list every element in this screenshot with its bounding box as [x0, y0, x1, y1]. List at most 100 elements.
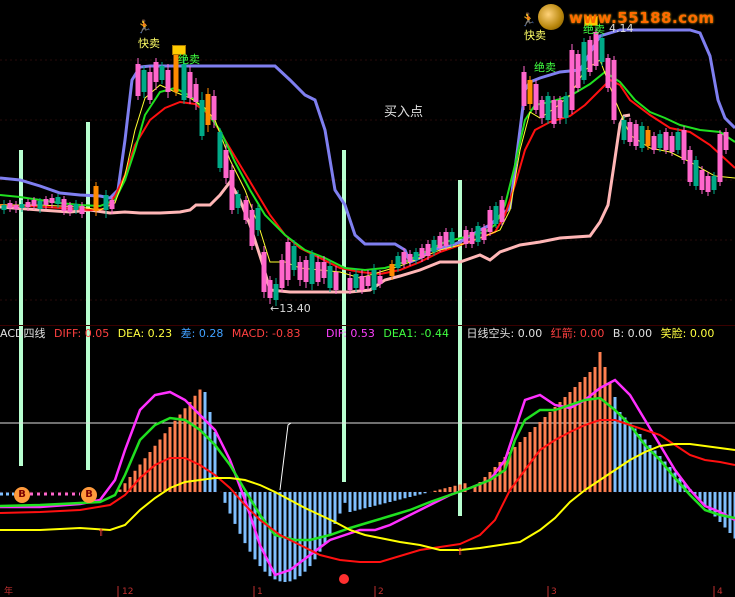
- candle-body[interactable]: [165, 70, 171, 92]
- candle-body[interactable]: [199, 100, 205, 136]
- candle-body[interactable]: [1, 205, 7, 210]
- candle-body[interactable]: [291, 246, 297, 270]
- candle-body[interactable]: [711, 176, 717, 190]
- candle-body[interactable]: [469, 232, 475, 244]
- candle-body[interactable]: [569, 50, 575, 110]
- candle-body[interactable]: [255, 208, 261, 230]
- candle-body[interactable]: [67, 205, 73, 212]
- candle-body[interactable]: [645, 130, 651, 146]
- candle-body[interactable]: [73, 204, 79, 210]
- candle-body[interactable]: [599, 38, 605, 62]
- candle-body[interactable]: [481, 228, 487, 240]
- candle-body[interactable]: [55, 197, 61, 204]
- candle-body[interactable]: [347, 278, 353, 290]
- candle-body[interactable]: [147, 72, 153, 100]
- candle-body[interactable]: [627, 122, 633, 142]
- candle-body[interactable]: [261, 252, 267, 292]
- candle-body[interactable]: [587, 40, 593, 72]
- candle-body[interactable]: [669, 136, 675, 152]
- candle-body[interactable]: [243, 200, 249, 220]
- candle-body[interactable]: [153, 62, 159, 82]
- candle-body[interactable]: [693, 160, 699, 186]
- candle-body[interactable]: [141, 70, 147, 92]
- candle-body[interactable]: [663, 132, 669, 150]
- candle-body[interactable]: [533, 84, 539, 110]
- candle-body[interactable]: [639, 126, 645, 148]
- candle-body[interactable]: [297, 262, 303, 280]
- candle-body[interactable]: [25, 202, 31, 207]
- candle-body[interactable]: [499, 200, 505, 222]
- candle-body[interactable]: [723, 132, 729, 150]
- candle-body[interactable]: [135, 64, 141, 96]
- candle-body[interactable]: [37, 201, 43, 209]
- candle-body[interactable]: [407, 254, 413, 262]
- candle-body[interactable]: [705, 176, 711, 192]
- candle-body[interactable]: [229, 170, 235, 210]
- candle-body[interactable]: [605, 58, 611, 88]
- candle-body[interactable]: [217, 132, 223, 168]
- candle-body[interactable]: [43, 199, 49, 205]
- candle-body[interactable]: [545, 96, 551, 120]
- candle-body[interactable]: [581, 42, 587, 80]
- candle-body[interactable]: [493, 206, 499, 224]
- candle-body[interactable]: [699, 170, 705, 190]
- candle-body[interactable]: [7, 203, 13, 208]
- candle-body[interactable]: [13, 205, 19, 209]
- candle-body[interactable]: [333, 272, 339, 290]
- candle-body[interactable]: [285, 242, 291, 280]
- candle-body[interactable]: [235, 194, 241, 208]
- candle-body[interactable]: [79, 206, 85, 214]
- candle-body[interactable]: [309, 254, 315, 284]
- candle-body[interactable]: [431, 240, 437, 252]
- candle-body[interactable]: [401, 252, 407, 264]
- candle-body[interactable]: [159, 66, 165, 80]
- candle-body[interactable]: [193, 84, 199, 102]
- candle-body[interactable]: [575, 54, 581, 88]
- candle-body[interactable]: [267, 280, 273, 298]
- candle-body[interactable]: [633, 124, 639, 146]
- candle-body[interactable]: [413, 252, 419, 260]
- candle-body[interactable]: [371, 270, 377, 290]
- candle-body[interactable]: [353, 274, 359, 288]
- candle-body[interactable]: [389, 264, 395, 276]
- candle-body[interactable]: [31, 200, 37, 206]
- candle-body[interactable]: [651, 136, 657, 150]
- candle-body[interactable]: [315, 262, 321, 282]
- candle-body[interactable]: [521, 72, 527, 106]
- candle-body[interactable]: [681, 130, 687, 160]
- candle-body[interactable]: [279, 260, 285, 288]
- candle-body[interactable]: [551, 100, 557, 124]
- candle-body[interactable]: [657, 134, 663, 148]
- candle-body[interactable]: [487, 210, 493, 232]
- candle-body[interactable]: [223, 150, 229, 178]
- candle-body[interactable]: [377, 276, 383, 284]
- candle-body[interactable]: [563, 96, 569, 118]
- candle-body[interactable]: [321, 262, 327, 278]
- candle-body[interactable]: [303, 260, 309, 282]
- indicator-title[interactable]: ACD四线: [0, 327, 45, 341]
- candle-body[interactable]: [443, 232, 449, 246]
- candle-body[interactable]: [593, 32, 599, 66]
- candle-body[interactable]: [249, 210, 255, 246]
- candle-body[interactable]: [611, 60, 617, 120]
- candle-body[interactable]: [327, 266, 333, 288]
- candle-body[interactable]: [717, 134, 723, 182]
- price-chart-canvas[interactable]: ⇑ ⇑: [0, 0, 735, 597]
- candle-body[interactable]: [365, 276, 371, 286]
- candle-body[interactable]: [109, 200, 115, 209]
- candle-body[interactable]: [621, 120, 627, 140]
- candle-body[interactable]: [359, 276, 365, 290]
- candle-body[interactable]: [205, 94, 211, 125]
- candle-body[interactable]: [93, 186, 99, 211]
- candle-body[interactable]: [419, 248, 425, 258]
- candle-body[interactable]: [449, 232, 455, 244]
- candle-body[interactable]: [211, 96, 217, 120]
- candle-body[interactable]: [557, 100, 563, 118]
- candle-body[interactable]: [475, 226, 481, 242]
- candle-body[interactable]: [103, 195, 109, 210]
- candle-body[interactable]: [437, 236, 443, 248]
- candle-body[interactable]: [675, 132, 681, 150]
- candle-body[interactable]: [425, 244, 431, 256]
- candle-body[interactable]: [687, 150, 693, 182]
- candle-body[interactable]: [49, 198, 55, 203]
